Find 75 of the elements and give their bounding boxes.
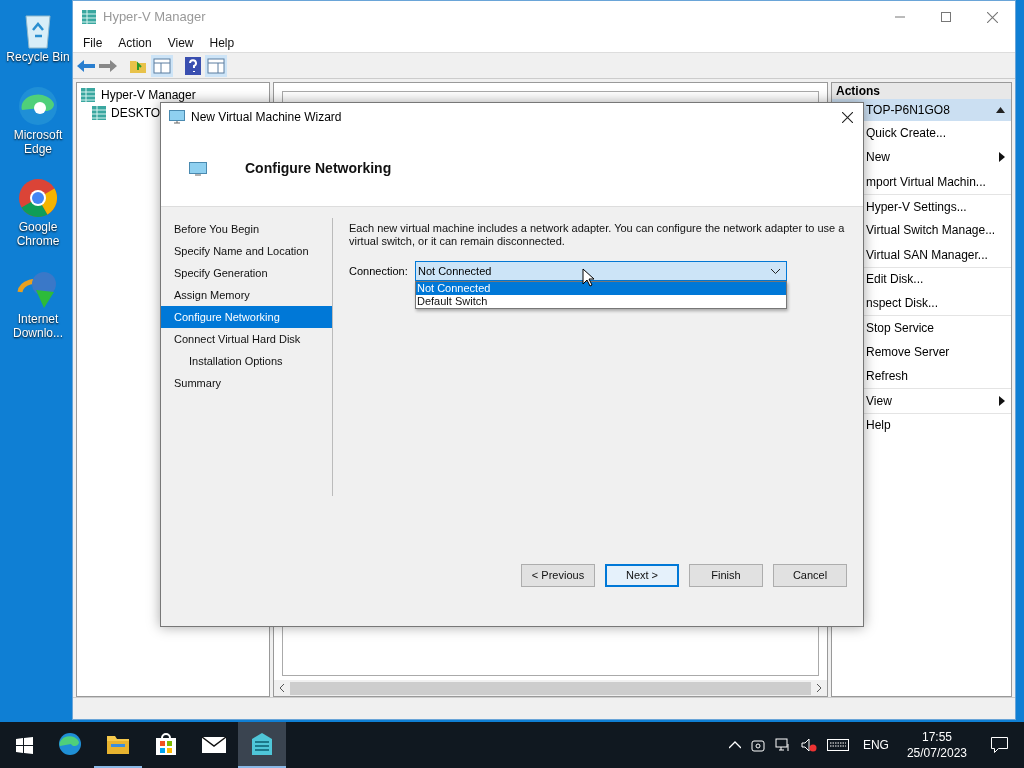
actions-pane-link[interactable]: Virtual SAN Manager... bbox=[866, 245, 988, 264]
wizard-step[interactable]: Installation Options bbox=[161, 350, 332, 372]
actions-pane-link[interactable]: Help bbox=[866, 416, 891, 435]
desktop-icon-label[interactable]: Microsoft Edge bbox=[3, 128, 73, 156]
monitor-icon bbox=[169, 110, 185, 124]
wizard-step[interactable]: Specify Generation bbox=[161, 262, 332, 284]
camera-icon[interactable] bbox=[750, 738, 765, 752]
windows-start-icon[interactable] bbox=[16, 736, 33, 754]
tree-item[interactable]: DESKTO bbox=[111, 104, 161, 122]
language-indicator[interactable]: ENG bbox=[862, 736, 889, 754]
desktop-icon-label[interactable]: Internet Downlo... bbox=[3, 312, 73, 340]
wizard-step[interactable]: Assign Memory bbox=[161, 284, 332, 306]
dropdown-option[interactable]: Default Switch bbox=[416, 295, 786, 308]
menu-item[interactable]: File bbox=[75, 33, 111, 52]
desktop-icon-label[interactable]: Google Chrome bbox=[3, 220, 73, 248]
monitor-icon bbox=[189, 161, 207, 176]
wizard-button[interactable]: Next > bbox=[605, 564, 679, 587]
scrollbar-thumb[interactable] bbox=[290, 681, 811, 695]
submenu-arrow-icon bbox=[999, 152, 1005, 163]
edge-icon bbox=[16, 84, 60, 128]
actions-pane-link[interactable]: mport Virtual Machin... bbox=[866, 172, 986, 191]
actions-pane-link[interactable]: Stop Service bbox=[866, 319, 935, 337]
chevron-down-icon bbox=[771, 268, 780, 274]
chrome-icon bbox=[16, 176, 60, 220]
actions-pane-link[interactable]: View bbox=[866, 391, 892, 410]
wizard-step[interactable]: Summary bbox=[161, 372, 332, 394]
chevron-up-icon[interactable] bbox=[728, 741, 741, 749]
actions-pane-link[interactable]: New bbox=[866, 148, 890, 167]
menu-item[interactable]: View bbox=[159, 33, 202, 52]
dialog-title: New Virtual Machine Wizard bbox=[191, 109, 342, 126]
collapse-icon[interactable] bbox=[996, 107, 1005, 113]
keyboard-icon[interactable] bbox=[826, 739, 849, 751]
notification-icon[interactable] bbox=[991, 737, 1008, 753]
envelope-icon bbox=[201, 734, 227, 754]
network-icon[interactable] bbox=[774, 738, 791, 752]
speaker-muted-icon[interactable] bbox=[800, 738, 817, 752]
wizard-step[interactable]: Before You Begin bbox=[161, 218, 332, 240]
edge-icon bbox=[58, 732, 82, 756]
dropdown-option[interactable]: Not Connected bbox=[416, 282, 786, 295]
wizard-button[interactable]: Finish bbox=[689, 564, 763, 587]
wizard-step[interactable]: Connect Virtual Hard Disk bbox=[161, 328, 332, 350]
clock[interactable]: 17:55 25/07/2023 bbox=[906, 729, 967, 761]
actions-pane-link[interactable]: Hyper-V Settings... bbox=[866, 197, 967, 216]
store-bag-icon bbox=[154, 732, 178, 756]
actions-pane-link[interactable]: Edit Disk... bbox=[866, 270, 924, 289]
window-title: Hyper-V Manager bbox=[103, 8, 206, 27]
page-heading: Configure Networking bbox=[245, 159, 392, 178]
wizard-button[interactable]: Cancel bbox=[773, 564, 847, 587]
back-arrow-icon[interactable] bbox=[77, 58, 95, 73]
actions-pane-link[interactable]: nspect Disk... bbox=[866, 294, 939, 313]
actions-pane-link[interactable]: Quick Create... bbox=[866, 124, 947, 143]
connection-label: Connection: bbox=[349, 264, 409, 279]
actions-pane-link[interactable]: Virtual Switch Manage... bbox=[866, 221, 996, 240]
server-rack-icon bbox=[250, 731, 274, 757]
server-icon bbox=[80, 87, 96, 103]
help-icon[interactable] bbox=[185, 56, 201, 75]
wizard-button[interactable]: < Previous bbox=[521, 564, 595, 587]
wizard-step[interactable]: Configure Networking bbox=[161, 306, 332, 328]
submenu-arrow-icon bbox=[999, 395, 1005, 406]
folder-icon bbox=[106, 733, 130, 755]
wizard-step[interactable]: Specify Name and Location bbox=[161, 240, 332, 262]
description-text: Each new virtual machine includes a network adapter. You can configure the network adapter to use a virtual switch, or it can remain disconnected. bbox=[349, 222, 846, 248]
connection-dropdown[interactable]: Not Connected bbox=[415, 261, 787, 281]
close-icon[interactable] bbox=[842, 111, 853, 123]
menu-item[interactable]: Action bbox=[110, 33, 160, 52]
forward-arrow-icon[interactable] bbox=[99, 58, 117, 73]
actions-pane-link[interactable]: Remove Server bbox=[866, 342, 950, 361]
actions-pane-link[interactable]: Refresh bbox=[866, 367, 909, 386]
pane-toggle-icon[interactable] bbox=[151, 54, 173, 77]
tree-item[interactable]: Hyper-V Manager bbox=[101, 86, 196, 104]
menu-item[interactable]: Help bbox=[201, 33, 243, 52]
window-app-icon bbox=[81, 9, 97, 25]
actions-header: Actions bbox=[832, 83, 1011, 99]
desktop-icon-label[interactable]: Recycle Bin bbox=[3, 50, 73, 64]
server-icon bbox=[91, 105, 107, 121]
